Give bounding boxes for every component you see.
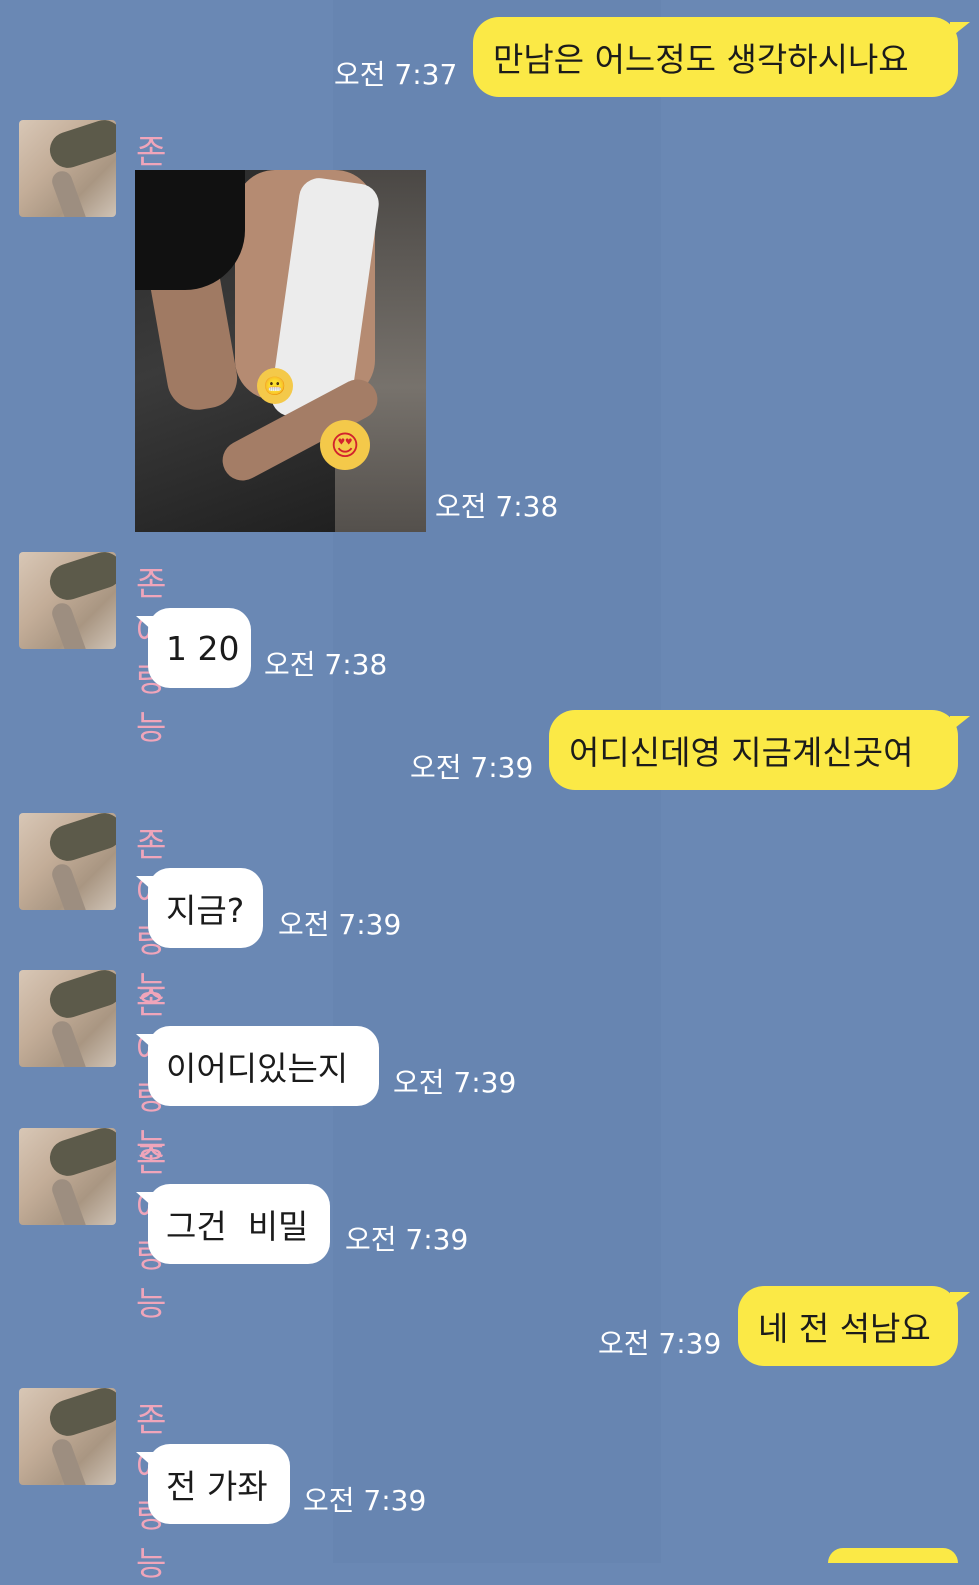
bubble-tail bbox=[950, 22, 970, 38]
message-time: 오전 7:38 bbox=[435, 490, 559, 523]
message-time: 오전 7:39 bbox=[393, 1066, 517, 1099]
message-time: 오전 7:37 bbox=[334, 58, 458, 91]
shared-photo[interactable]: 😬 😍 bbox=[135, 170, 426, 532]
contact-avatar[interactable] bbox=[19, 1128, 116, 1225]
message-time: 오전 7:39 bbox=[278, 908, 402, 941]
message-bubble-partial bbox=[828, 1548, 958, 1563]
message-bubble[interactable]: 1 20 bbox=[148, 608, 251, 688]
heart-eyes-emoji: 😍 bbox=[320, 420, 370, 470]
message-time: 오전 7:39 bbox=[345, 1223, 469, 1256]
bubble-tail bbox=[950, 1292, 970, 1308]
bubble-tail bbox=[950, 716, 970, 732]
message-time: 오전 7:38 bbox=[264, 648, 388, 681]
message-bubble[interactable]: 그건 비밀 bbox=[148, 1184, 330, 1264]
message-bubble[interactable]: 네 전 석남요 bbox=[738, 1286, 958, 1366]
contact-avatar[interactable] bbox=[19, 552, 116, 649]
message-time: 오전 7:39 bbox=[598, 1327, 722, 1360]
message-bubble[interactable]: 지금? bbox=[148, 868, 263, 948]
message-time: 오전 7:39 bbox=[303, 1484, 427, 1517]
message-bubble[interactable]: 이어디있는지 bbox=[148, 1026, 379, 1106]
contact-avatar[interactable] bbox=[19, 813, 116, 910]
message-bubble[interactable]: 전 가좌 bbox=[148, 1444, 290, 1524]
message-bubble[interactable]: 만남은 어느정도 생각하시나요 bbox=[473, 17, 958, 97]
message-bubble[interactable]: 어디신데영 지금계신곳여 bbox=[549, 710, 958, 790]
contact-avatar[interactable] bbox=[19, 970, 116, 1067]
message-time: 오전 7:39 bbox=[410, 751, 534, 784]
grimacing-face-emoji: 😬 bbox=[257, 368, 293, 404]
contact-avatar[interactable] bbox=[19, 1388, 116, 1485]
contact-avatar[interactable] bbox=[19, 120, 116, 217]
